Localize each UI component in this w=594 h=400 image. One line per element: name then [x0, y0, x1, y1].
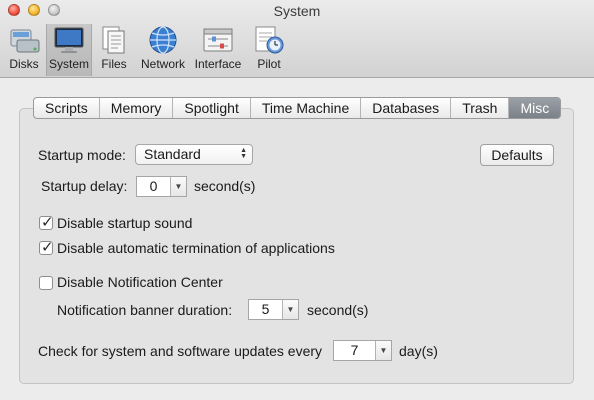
toolbar-item-label: Disks — [9, 57, 39, 71]
disable-notification-center-checkbox[interactable] — [39, 276, 53, 290]
startup-mode-label: Startup mode: — [38, 147, 126, 163]
toolbar-item-label: Pilot — [257, 57, 281, 71]
toolbar-item-system[interactable]: System — [46, 24, 92, 76]
chevron-down-icon[interactable]: ▼ — [375, 341, 391, 360]
files-icon — [102, 26, 125, 54]
interface-icon — [203, 28, 233, 52]
disable-notification-center-label[interactable]: Disable Notification Center — [57, 274, 223, 290]
updates-label: Check for system and software updates ev… — [38, 343, 323, 359]
tab-misc[interactable]: Misc — [509, 98, 561, 118]
pilot-icon — [255, 26, 284, 54]
banner-duration-label: Notification banner duration: — [57, 302, 233, 318]
window-toolbar: System Disks System Files Network Interf… — [0, 0, 594, 78]
updates-unit: day(s) — [399, 343, 438, 359]
startup-delay-unit: second(s) — [194, 178, 256, 194]
tab-time-machine[interactable]: Time Machine — [251, 98, 362, 118]
startup-mode-select[interactable]: Standard ▲ ▼ — [135, 144, 253, 165]
banner-duration-combo[interactable]: 5 ▼ — [248, 299, 299, 320]
disks-icon — [10, 29, 40, 53]
toolbar-item-label: System — [48, 57, 89, 71]
checkmark-icon: ✓ — [41, 214, 54, 231]
tab-databases[interactable]: Databases — [361, 98, 452, 118]
updates-interval-combo[interactable]: 7 ▼ — [333, 340, 392, 361]
toolbar-item-network[interactable]: Network — [138, 24, 188, 76]
defaults-button[interactable]: Defaults — [480, 144, 554, 166]
toolbar-item-label: Files — [101, 57, 127, 71]
updown-arrows-icon: ▲ ▼ — [240, 147, 247, 160]
toolbar-item-label: Network — [140, 57, 185, 71]
chevron-down-icon[interactable]: ▼ — [170, 177, 186, 196]
startup-delay-label: Startup delay: — [41, 178, 128, 194]
network-icon — [149, 26, 177, 54]
updates-interval-value: 7 — [350, 342, 359, 358]
chevron-down-icon[interactable]: ▼ — [282, 300, 298, 319]
system-icon — [54, 27, 84, 53]
toolbar-item-interface[interactable]: Interface — [192, 24, 244, 76]
banner-duration-value: 5 — [261, 301, 270, 317]
disable-auto-termination-checkbox[interactable]: ✓ — [39, 239, 54, 256]
tab-bar: Scripts Memory Spotlight Time Machine Da… — [33, 97, 562, 119]
toolbar-item-files[interactable]: Files — [96, 24, 132, 76]
startup-delay-combo[interactable]: 0 ▼ — [136, 176, 187, 197]
disable-startup-sound-checkbox[interactable]: ✓ — [39, 214, 54, 231]
checkmark-icon: ✓ — [41, 239, 54, 256]
toolbar-item-label: Interface — [194, 57, 242, 71]
window-title: System — [273, 3, 321, 19]
tab-memory[interactable]: Memory — [100, 98, 174, 118]
toolbar-item-pilot[interactable]: Pilot — [252, 24, 286, 76]
tab-scripts[interactable]: Scripts — [34, 98, 100, 118]
tab-trash[interactable]: Trash — [451, 98, 510, 118]
disable-startup-sound-label[interactable]: Disable startup sound — [57, 215, 192, 231]
tab-spotlight[interactable]: Spotlight — [173, 98, 251, 118]
startup-delay-value: 0 — [149, 178, 158, 194]
toolbar-item-disks[interactable]: Disks — [3, 24, 45, 76]
startup-mode-value: Standard — [144, 146, 201, 162]
disable-auto-termination-label[interactable]: Disable automatic termination of applica… — [57, 240, 335, 256]
banner-duration-unit: second(s) — [307, 302, 369, 318]
